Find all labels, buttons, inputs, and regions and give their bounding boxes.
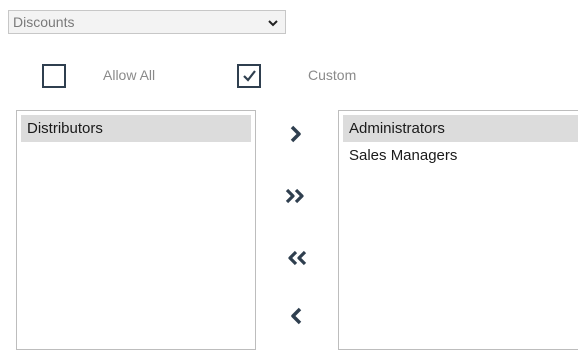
assigned-roles-list[interactable]: Administrators Sales Managers [338, 110, 578, 350]
allow-all-label: Allow All [103, 67, 156, 83]
double-chevron-right-icon [285, 188, 304, 204]
move-all-right-button[interactable] [278, 180, 314, 212]
move-left-button[interactable] [278, 300, 314, 332]
list-item[interactable]: Distributors [21, 115, 251, 142]
list-item[interactable]: Administrators [343, 115, 578, 142]
chevron-left-icon [291, 307, 302, 325]
dropdown-selected-value: Discounts [13, 14, 75, 30]
chevron-down-icon [268, 20, 278, 27]
checkmark-icon [243, 70, 256, 82]
move-all-left-button[interactable] [278, 242, 314, 274]
list-item[interactable]: Sales Managers [343, 142, 578, 169]
custom-label: Custom [308, 67, 357, 83]
available-roles-list[interactable]: Distributors [16, 110, 256, 350]
double-chevron-left-icon [288, 250, 307, 266]
custom-checkbox[interactable] [237, 64, 261, 88]
allow-all-checkbox[interactable] [42, 64, 66, 88]
move-right-button[interactable] [278, 118, 314, 150]
discounts-dropdown[interactable]: Discounts [8, 10, 286, 34]
chevron-right-icon [290, 125, 301, 143]
